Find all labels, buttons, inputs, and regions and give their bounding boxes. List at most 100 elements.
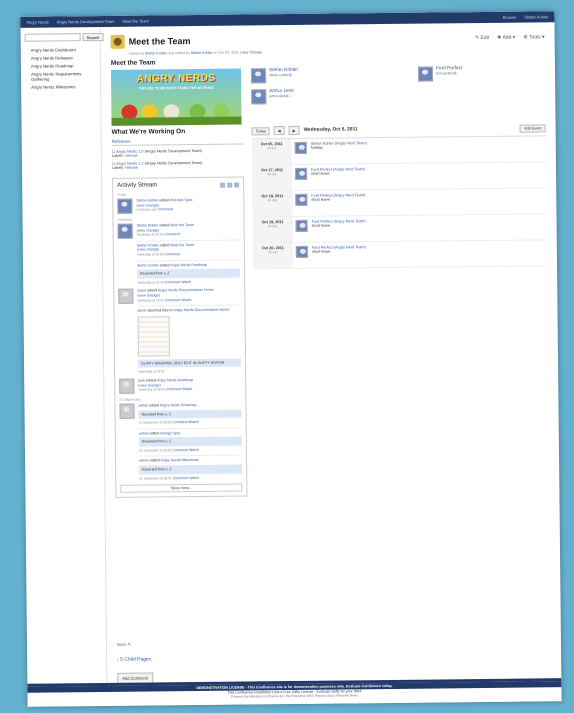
- page-link[interactable]: Angry Nerds Roadmap: [157, 378, 194, 382]
- sidebar-item-releases[interactable]: Angry Nerds Releases: [31, 55, 96, 60]
- banner-title: ANGRY NERDS: [136, 72, 216, 85]
- avatar[interactable]: [295, 193, 308, 206]
- user-link[interactable]: Stefan Kohler: [137, 263, 159, 267]
- member-email[interactable]: ford.perfect@...: [436, 71, 462, 75]
- watch-link[interactable]: Watch: [182, 387, 192, 391]
- editor-link[interactable]: Stefan Kohler: [191, 51, 213, 55]
- avatar[interactable]: [417, 66, 434, 82]
- rss-icon[interactable]: [227, 182, 233, 188]
- comment-link[interactable]: Comment: [164, 232, 180, 236]
- event-team-link[interactable]: (Angry Nerd Team): [333, 193, 365, 197]
- page-link[interactable]: Meet the Team: [170, 223, 194, 227]
- event-team-link[interactable]: (Angry Nerd Team): [335, 141, 367, 145]
- page-link[interactable]: Angry Nerds Roadmap: [160, 403, 197, 407]
- avatar[interactable]: [250, 68, 267, 84]
- page-link[interactable]: Meet the Team: [170, 243, 194, 247]
- comment-link[interactable]: Comment: [165, 280, 181, 284]
- child-pages-toggle[interactable]: › 5 Child Pages: [117, 653, 471, 662]
- page-link[interactable]: Angry Nerds Documentation Home: [173, 308, 229, 313]
- event-team-link[interactable]: (Angry Nerd Team): [334, 245, 366, 249]
- watch-link[interactable]: Watch: [181, 298, 191, 302]
- view-change-link[interactable]: view change: [241, 50, 261, 54]
- user-link[interactable]: jane: [138, 378, 145, 382]
- show-more-button[interactable]: Show more...: [120, 483, 243, 494]
- page-link[interactable]: Beings Spec: [160, 431, 180, 435]
- calendar-row: Oct 19, 2011 All day Ford Perfect (Angry …: [252, 214, 547, 244]
- user-link[interactable]: admin: [138, 403, 148, 407]
- settings-icon[interactable]: [234, 182, 240, 188]
- user-link[interactable]: sarah: [137, 309, 146, 313]
- avatar[interactable]: [117, 198, 133, 214]
- avatar[interactable]: [117, 223, 133, 239]
- view-change-link[interactable]: (view change): [137, 228, 159, 232]
- user-link[interactable]: Stefan Kohler: [137, 223, 159, 227]
- nav-page[interactable]: Meet the Team: [122, 18, 148, 23]
- edit-labels-icon[interactable]: ✎: [128, 642, 131, 647]
- user-link[interactable]: sarah: [137, 289, 146, 293]
- next-button[interactable]: ▶: [288, 125, 300, 136]
- view-change-link[interactable]: (view change): [137, 293, 159, 297]
- avatar[interactable]: [294, 141, 307, 154]
- page-link[interactable]: Pod App Spec: [170, 198, 193, 202]
- add-event-button[interactable]: Add Event: [520, 123, 546, 133]
- nav-team[interactable]: Angry Nerds Development Team: [57, 19, 115, 25]
- watch-link[interactable]: Watch: [181, 280, 191, 284]
- avatar[interactable]: [295, 245, 308, 258]
- activity-entry: Stefan Kohler edited Meet the Team (view…: [117, 223, 241, 286]
- avatar[interactable]: [119, 378, 135, 394]
- filter-icon[interactable]: [220, 182, 226, 188]
- user-menu[interactable]: Stefan Kohler: [524, 14, 548, 19]
- event-team-link[interactable]: (Angry Nerd Team): [333, 167, 365, 171]
- event-team-link[interactable]: (Angry Nerd Team): [333, 219, 365, 223]
- user-link[interactable]: Stefan Kohler: [137, 243, 159, 247]
- comment-link[interactable]: Comment: [166, 387, 182, 391]
- comment-link[interactable]: Comment: [165, 298, 181, 302]
- avatar[interactable]: [295, 219, 308, 232]
- today-button[interactable]: Today: [251, 126, 270, 135]
- user-link[interactable]: admin: [139, 459, 149, 463]
- member-email[interactable]: arthur.dent@...: [269, 94, 294, 98]
- label-link[interactable]: release: [125, 154, 137, 158]
- comment-link[interactable]: Comment: [173, 476, 189, 480]
- byline: Added by Stefan Kohler, last edited by S…: [128, 50, 263, 56]
- comment-link[interactable]: Comment: [172, 448, 188, 452]
- comment-link[interactable]: Comment: [172, 420, 188, 424]
- search-input[interactable]: [24, 33, 81, 42]
- activity-entry: admin edited Angry Nerds Roadmap Reverte…: [119, 402, 243, 481]
- watch-link[interactable]: Watch: [189, 476, 199, 480]
- edit-button[interactable]: ✎ Edit: [475, 35, 489, 41]
- watch-link[interactable]: Watch: [189, 420, 199, 424]
- avatar[interactable]: [294, 167, 308, 180]
- avatar[interactable]: [119, 403, 135, 419]
- add-menu-button[interactable]: ✚ Add ▾: [497, 35, 515, 41]
- page-link[interactable]: Angry Nerds Milestones: [160, 458, 198, 462]
- activity-entry: Stefan Kohler edited Pod App Spec (view …: [117, 198, 239, 214]
- sidebar-item-milestones[interactable]: Angry Nerds Milestones: [31, 84, 96, 89]
- diff-box: Reverted from v. 2: [138, 436, 242, 447]
- view-change-link[interactable]: (view change): [137, 248, 159, 252]
- nav-space[interactable]: Angry Nerds: [26, 20, 48, 25]
- avatar[interactable]: [118, 288, 134, 305]
- sidebar-item-requirements[interactable]: Angry Nerds Requirements Gathering: [31, 71, 96, 82]
- comment-link[interactable]: Comment: [164, 252, 180, 256]
- team-members: Stefan Kohler stefan.kohler@... Ford Perf…: [250, 65, 545, 105]
- view-change-link[interactable]: (view change): [136, 203, 158, 207]
- view-change-link[interactable]: (view change): [138, 383, 160, 387]
- sidebar-item-dashboard[interactable]: Angry Nerds Dashboard: [31, 47, 96, 52]
- label-link[interactable]: release: [125, 166, 137, 170]
- tools-menu-button[interactable]: ⚙ Tools ▾: [523, 34, 544, 40]
- prev-button[interactable]: ◀: [273, 126, 285, 136]
- gliffy-diagram-thumbnail[interactable]: [137, 315, 170, 357]
- author-link[interactable]: Stefan Kohler: [145, 51, 167, 55]
- page-link[interactable]: Angry Nerds Roadmap: [170, 262, 207, 266]
- avatar[interactable]: [251, 89, 267, 105]
- comment-link[interactable]: Comment: [157, 207, 173, 211]
- user-link[interactable]: admin: [139, 431, 149, 435]
- watch-link[interactable]: Watch: [189, 448, 199, 452]
- day-label: 21 September: [119, 397, 141, 402]
- user-link[interactable]: Stefan Kohler: [136, 198, 158, 202]
- sidebar-item-roadmap[interactable]: Angry Nerds Roadmap: [31, 63, 96, 68]
- browse-menu[interactable]: Browse: [503, 15, 516, 20]
- member-email[interactable]: stefan.kohler@...: [269, 73, 298, 77]
- page-link[interactable]: Angry Nerds Documentation Home: [158, 288, 214, 293]
